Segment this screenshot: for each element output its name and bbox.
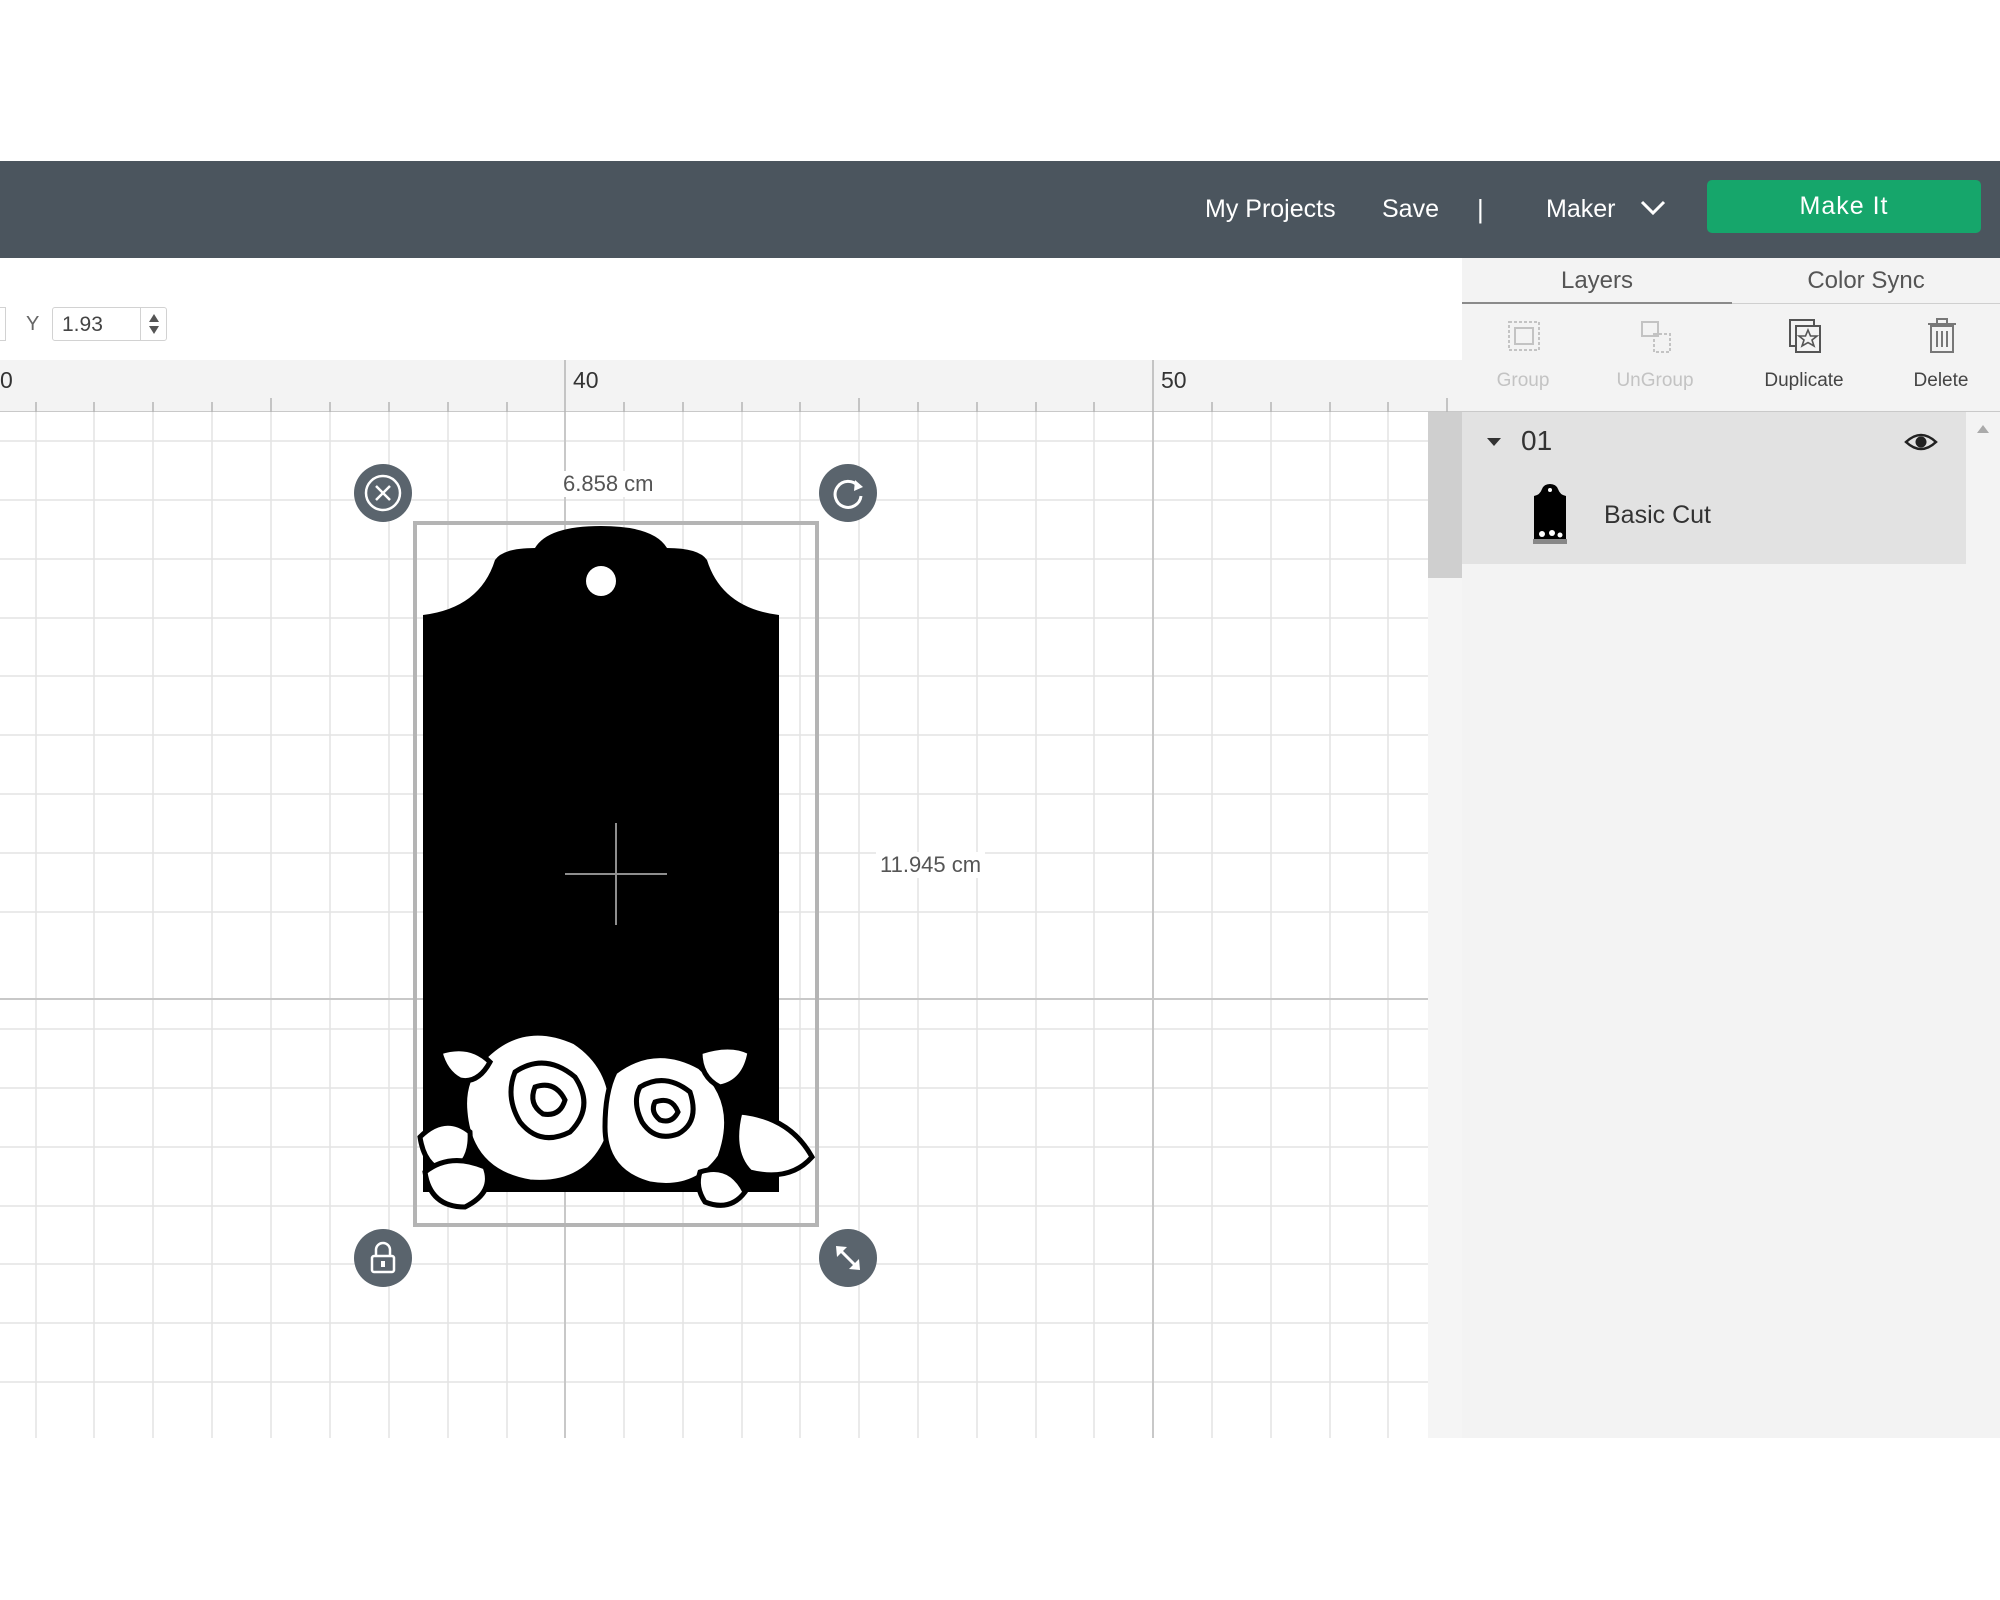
ruler-label-partial: 0 xyxy=(0,367,13,393)
group-button[interactable]: Group xyxy=(1458,304,1588,412)
group-label: Group xyxy=(1496,370,1550,391)
edit-toolbar xyxy=(0,258,1462,360)
resize-icon[interactable] xyxy=(819,1229,877,1287)
ungroup-label: UnGroup xyxy=(1616,370,1694,391)
y-position-value[interactable]: 1.93 xyxy=(62,313,103,337)
duplicate-icon xyxy=(1789,319,1821,353)
make-it-button[interactable]: Make It xyxy=(1707,180,1981,233)
selection-width-label: 6.858 cm xyxy=(559,471,658,497)
x-input-edge[interactable] xyxy=(0,307,6,341)
group-icon xyxy=(1508,321,1540,351)
rotate-handle[interactable] xyxy=(819,464,877,522)
ruler-label-50: 50 xyxy=(1161,367,1187,393)
caret-down-icon[interactable] xyxy=(1484,432,1504,452)
y-position-stepper[interactable] xyxy=(140,308,166,340)
canvas-grid xyxy=(0,412,1428,1438)
header-divider: | xyxy=(1477,194,1484,224)
layer-thumbnail xyxy=(1533,484,1567,544)
my-projects-link[interactable]: My Projects xyxy=(1205,161,1336,258)
ungroup-button[interactable]: UnGroup xyxy=(1590,304,1720,412)
ungroup-icon xyxy=(1641,321,1671,353)
panel-scrollbar[interactable] xyxy=(1966,412,2000,1438)
close-icon[interactable] xyxy=(354,464,412,522)
scroll-up-icon[interactable] xyxy=(1976,424,1990,434)
layer-item-name[interactable]: Basic Cut xyxy=(1604,501,1711,530)
canvas-scrollbar-thumb[interactable] xyxy=(1428,412,1462,578)
selection-height-label: 11.945 cm xyxy=(876,852,986,878)
lock-icon[interactable] xyxy=(354,1229,412,1287)
y-position-label: Y xyxy=(26,313,40,335)
delete-label: Delete xyxy=(1913,370,1969,391)
layer-group-name[interactable]: 01 xyxy=(1521,425,1552,457)
duplicate-button[interactable]: Duplicate xyxy=(1739,304,1869,412)
tab-color-sync[interactable]: Color Sync xyxy=(1732,258,2000,304)
lock-handle[interactable] xyxy=(354,1229,412,1287)
chevron-down-icon[interactable] xyxy=(1638,192,1668,222)
horizontal-ruler xyxy=(0,360,1462,412)
top-header-bar xyxy=(0,161,2000,258)
save-link[interactable]: Save xyxy=(1382,161,1439,258)
tab-layers[interactable]: Layers xyxy=(1462,258,1732,304)
ruler-label-40: 40 xyxy=(573,367,599,393)
trash-icon xyxy=(1928,318,1956,353)
delete-handle[interactable] xyxy=(354,464,412,522)
stepper-arrows-icon[interactable] xyxy=(141,308,167,340)
duplicate-label: Duplicate xyxy=(1764,370,1844,391)
design-canvas[interactable] xyxy=(0,412,1428,1438)
machine-selector[interactable]: Maker xyxy=(1546,161,1615,258)
delete-button[interactable]: Delete xyxy=(1876,304,2000,412)
rotate-icon[interactable] xyxy=(819,464,877,522)
eye-icon[interactable] xyxy=(1904,430,1938,454)
resize-handle[interactable] xyxy=(819,1229,877,1287)
